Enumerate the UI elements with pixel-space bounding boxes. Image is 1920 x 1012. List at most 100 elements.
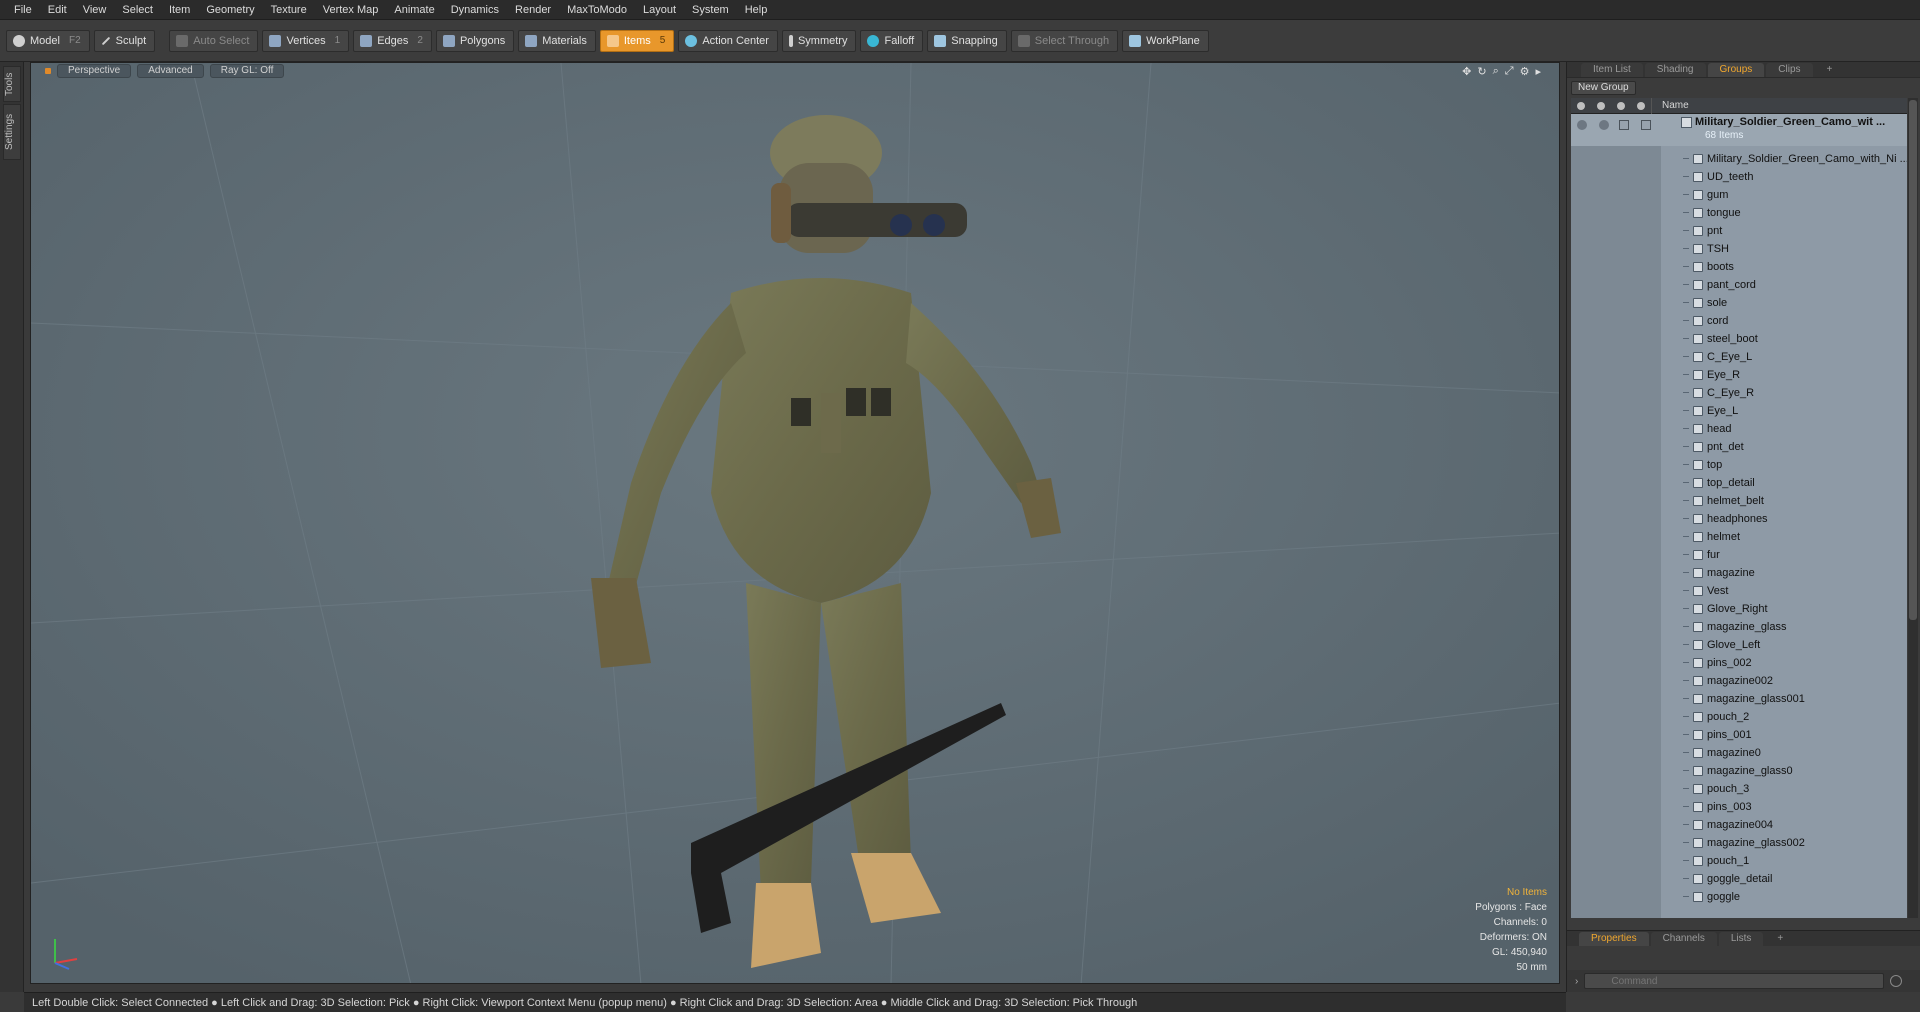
auto-select-button[interactable]: Auto Select [169,29,259,52]
list-item[interactable]: gum [1571,186,1907,204]
rotate-icon[interactable]: ↻ [1477,65,1486,78]
list-item[interactable]: headphones [1571,510,1907,528]
menu-texture[interactable]: Texture [263,0,315,20]
list-item[interactable]: pouch_3 [1571,780,1907,798]
sculpt-mode-button[interactable]: Sculpt [93,29,156,52]
pan-icon[interactable]: ✥ [1462,65,1471,78]
list-item[interactable]: pant_cord [1571,276,1907,294]
tab-groups[interactable]: Groups [1707,63,1765,77]
action-center-button[interactable]: Action Center [678,29,778,52]
chevron-right-icon[interactable]: ▸ [1535,65,1541,78]
visibility-icon[interactable] [1577,120,1587,130]
list-item[interactable]: magazine_glass002 [1571,834,1907,852]
render-icon[interactable] [1599,120,1609,130]
group-row[interactable]: Military_Soldier_Green_Camo_wit ... 68 I… [1571,114,1907,146]
menu-layout[interactable]: Layout [635,0,684,20]
list-item[interactable]: magazine_glass0 [1571,762,1907,780]
list-item[interactable]: magazine [1571,564,1907,582]
list-item[interactable]: Eye_R [1571,366,1907,384]
select-checkbox[interactable] [1641,120,1651,130]
name-column-header[interactable]: Name [1651,98,1907,114]
list-item[interactable]: pnt_det [1571,438,1907,456]
menu-geometry[interactable]: Geometry [198,0,262,20]
list-item[interactable]: magazine004 [1571,816,1907,834]
list-item[interactable]: pins_002 [1571,654,1907,672]
list-item[interactable]: magazine_glass [1571,618,1907,636]
materials-button[interactable]: Materials [518,29,596,52]
list-item[interactable]: cord [1571,312,1907,330]
list-item[interactable]: steel_boot [1571,330,1907,348]
select-through-button[interactable]: Select Through [1010,29,1119,52]
menu-system[interactable]: System [684,0,737,20]
menu-view[interactable]: View [75,0,115,20]
menu-item[interactable]: Item [161,0,198,20]
tab-settings[interactable]: Settings [3,104,21,160]
tab-clips[interactable]: Clips [1766,63,1813,77]
list-item[interactable]: pouch_2 [1571,708,1907,726]
tab-properties[interactable]: Properties [1579,932,1649,946]
eye-column-icon[interactable] [1571,99,1591,113]
items-button[interactable]: Items 5 [599,29,675,52]
menu-maxtomodo[interactable]: MaxToModo [559,0,635,20]
list-item[interactable]: C_Eye_R [1571,384,1907,402]
list-item[interactable]: magazine0 [1571,744,1907,762]
list-item[interactable]: pins_003 [1571,798,1907,816]
list-item[interactable]: magazine_glass001 [1571,690,1907,708]
list-scrollbar[interactable] [1908,98,1918,918]
render-column-icon[interactable] [1591,99,1611,113]
snapping-button[interactable]: Snapping [927,29,1007,52]
list-item[interactable]: Glove_Left [1571,636,1907,654]
list-item[interactable]: Eye_L [1571,402,1907,420]
tab-lists[interactable]: Lists [1718,932,1764,946]
maximize-icon[interactable]: ⤢ [1505,65,1514,78]
new-group-button[interactable]: New Group [1571,81,1636,95]
tab-shading[interactable]: Shading [1644,63,1706,77]
list-item[interactable]: Military_Soldier_Green_Camo_with_Ni ... [1571,150,1907,168]
scrollbar-thumb[interactable] [1909,100,1917,620]
record-icon[interactable] [1890,975,1903,987]
list-item[interactable]: goggle [1571,888,1907,906]
list-item[interactable]: top [1571,456,1907,474]
list-item[interactable]: C_Eye_L [1571,348,1907,366]
lock-column-icon[interactable] [1611,99,1631,113]
add-prop-tab-button[interactable]: + [1765,932,1795,946]
list-item[interactable]: goggle_detail [1571,870,1907,888]
tab-channels[interactable]: Channels [1650,932,1717,946]
list-item[interactable]: top_detail [1571,474,1907,492]
polygons-button[interactable]: Polygons [435,29,515,52]
falloff-button[interactable]: Falloff [860,29,924,52]
list-item[interactable]: Glove_Right [1571,600,1907,618]
list-item[interactable]: pins_001 [1571,726,1907,744]
menu-select[interactable]: Select [114,0,161,20]
add-tab-button[interactable]: + [1815,63,1845,77]
list-item[interactable]: helmet [1571,528,1907,546]
symmetry-button[interactable]: Symmetry [781,29,857,52]
list-item[interactable]: Vest [1571,582,1907,600]
menu-render[interactable]: Render [507,0,559,20]
list-item[interactable]: fur [1571,546,1907,564]
menu-file[interactable]: File [6,0,40,20]
list-item[interactable]: pouch_1 [1571,852,1907,870]
list-item[interactable]: TSH [1571,240,1907,258]
menu-animate[interactable]: Animate [386,0,442,20]
list-item[interactable]: helmet_belt [1571,492,1907,510]
list-item[interactable]: pnt [1571,222,1907,240]
list-item[interactable]: sole [1571,294,1907,312]
menu-help[interactable]: Help [737,0,776,20]
vertices-button[interactable]: Vertices 1 [262,29,350,52]
menu-dynamics[interactable]: Dynamics [443,0,507,20]
raygl-toggle[interactable]: Ray GL: Off [209,64,285,78]
list-item[interactable]: UD_teeth [1571,168,1907,186]
gear-icon[interactable]: ⚙ [1520,65,1530,78]
tab-tools[interactable]: Tools [3,66,21,102]
list-item[interactable]: head [1571,420,1907,438]
command-input[interactable] [1584,973,1885,989]
list-item[interactable]: tongue [1571,204,1907,222]
viewport-menu-icon[interactable] [45,68,51,74]
edges-button[interactable]: Edges 2 [353,29,432,52]
tab-item-list[interactable]: Item List [1581,63,1643,77]
menu-edit[interactable]: Edit [40,0,75,20]
zoom-icon[interactable]: ⌕ [1493,65,1499,78]
model-mode-button[interactable]: Model F2 [6,29,90,52]
lock-checkbox[interactable] [1619,120,1629,130]
